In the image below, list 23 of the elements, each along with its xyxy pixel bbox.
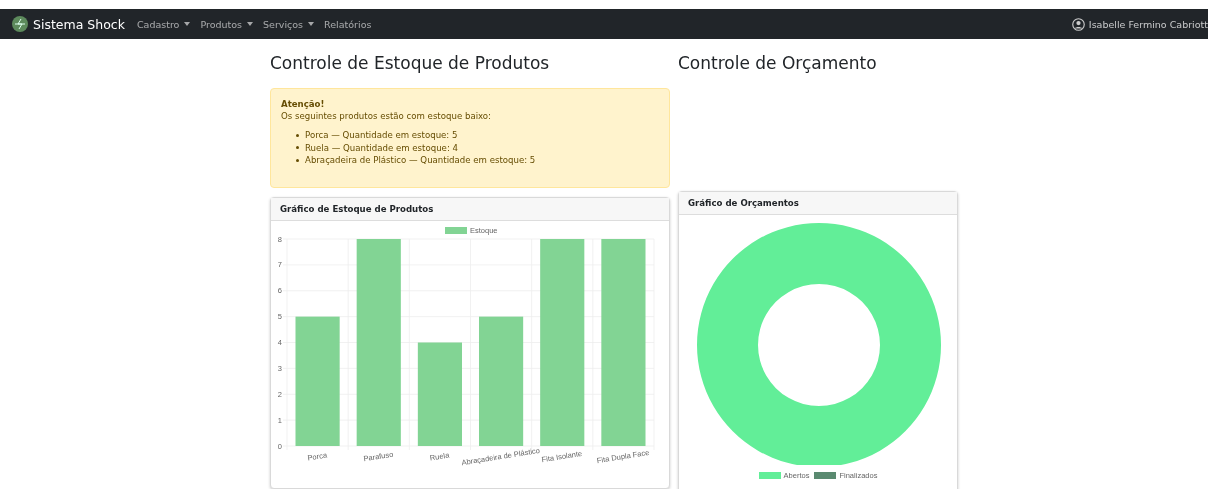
caret-icon bbox=[247, 22, 254, 26]
card-title: Gráfico de Orçamentos bbox=[679, 192, 957, 215]
brand-name[interactable]: Sistema Shock bbox=[33, 16, 125, 32]
bullet-icon bbox=[296, 146, 299, 150]
user-name[interactable]: Isabelle Fermino Cabriott bbox=[1088, 18, 1208, 30]
nav-menu-item[interactable]: Serviços bbox=[263, 18, 315, 30]
logo-icon bbox=[12, 16, 28, 32]
section-title: Controle de Orçamento bbox=[678, 53, 878, 73]
alert-list-item: Ruela — Quantidade em estoque: 4 bbox=[305, 141, 458, 154]
nav-menu-item[interactable]: Cadastro bbox=[136, 18, 191, 30]
alert-message: Os seguintes produtos estão com estoque baixo: bbox=[281, 111, 491, 121]
card-title: Gráfico de Estoque de Produtos bbox=[271, 198, 669, 221]
bullet-icon bbox=[296, 158, 299, 162]
alert-heading: Atenção! bbox=[281, 99, 325, 109]
alert-list-item: Porca — Quantidade em estoque: 5 bbox=[305, 129, 458, 142]
nav-menu-item[interactable]: Relatórios bbox=[324, 18, 372, 30]
bullet-icon bbox=[296, 133, 299, 137]
alert-list-item: Abraçadeira de Plástico — Quantidade em estoque: 5 bbox=[305, 154, 536, 167]
caret-icon bbox=[184, 22, 191, 26]
section-title: Controle de Estoque de Produtos bbox=[270, 53, 551, 73]
nav-menu-item[interactable]: Produtos bbox=[200, 18, 254, 30]
caret-icon bbox=[308, 22, 315, 26]
user-avatar-icon[interactable] bbox=[1071, 17, 1085, 31]
